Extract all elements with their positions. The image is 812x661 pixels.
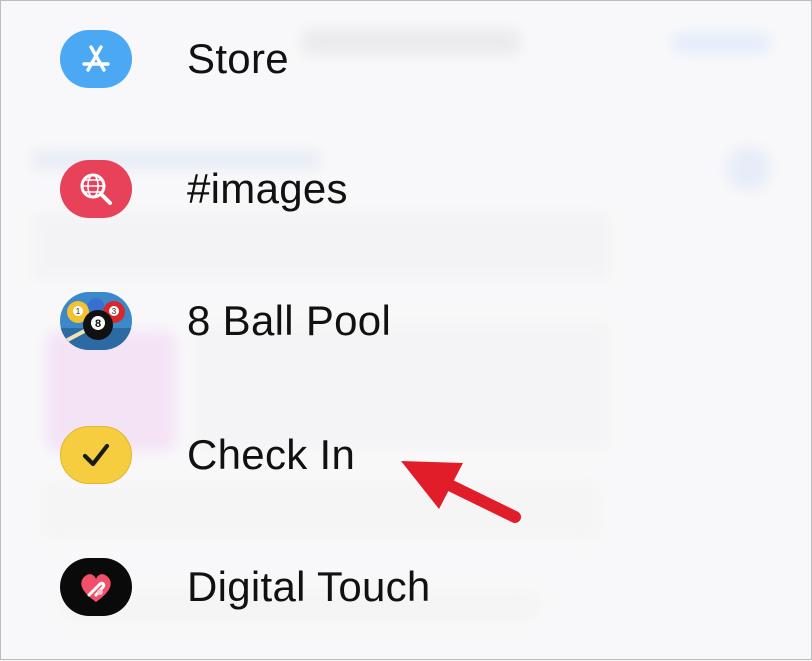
app-row-8-ball-pool[interactable]: 1 3 8 8 Ball Pool — [1, 266, 812, 376]
svg-text:1: 1 — [76, 307, 81, 316]
app-row-store[interactable]: Store — [1, 4, 812, 114]
heart-hand-icon — [60, 558, 132, 616]
svg-text:3: 3 — [112, 307, 117, 316]
app-label-check-in: Check In — [187, 431, 356, 478]
checkmark-icon — [60, 426, 132, 484]
app-row-images[interactable]: #images — [1, 134, 812, 244]
app-label-8-ball-pool: 8 Ball Pool — [187, 297, 392, 344]
imessage-app-list: Store #images 1 3 8 8 Ball Pool Check In… — [1, 1, 812, 661]
svg-text:8: 8 — [95, 318, 101, 330]
app-label-store: Store — [187, 35, 289, 82]
globe-search-icon — [60, 160, 132, 218]
red-arrow-annotation — [401, 461, 521, 523]
app-label-images: #images — [187, 165, 348, 212]
app-store-icon — [60, 30, 132, 88]
app-label-digital-touch: Digital Touch — [187, 563, 431, 610]
eight-ball-pool-icon: 1 3 8 — [60, 292, 132, 350]
app-row-digital-touch[interactable]: Digital Touch — [1, 532, 812, 642]
